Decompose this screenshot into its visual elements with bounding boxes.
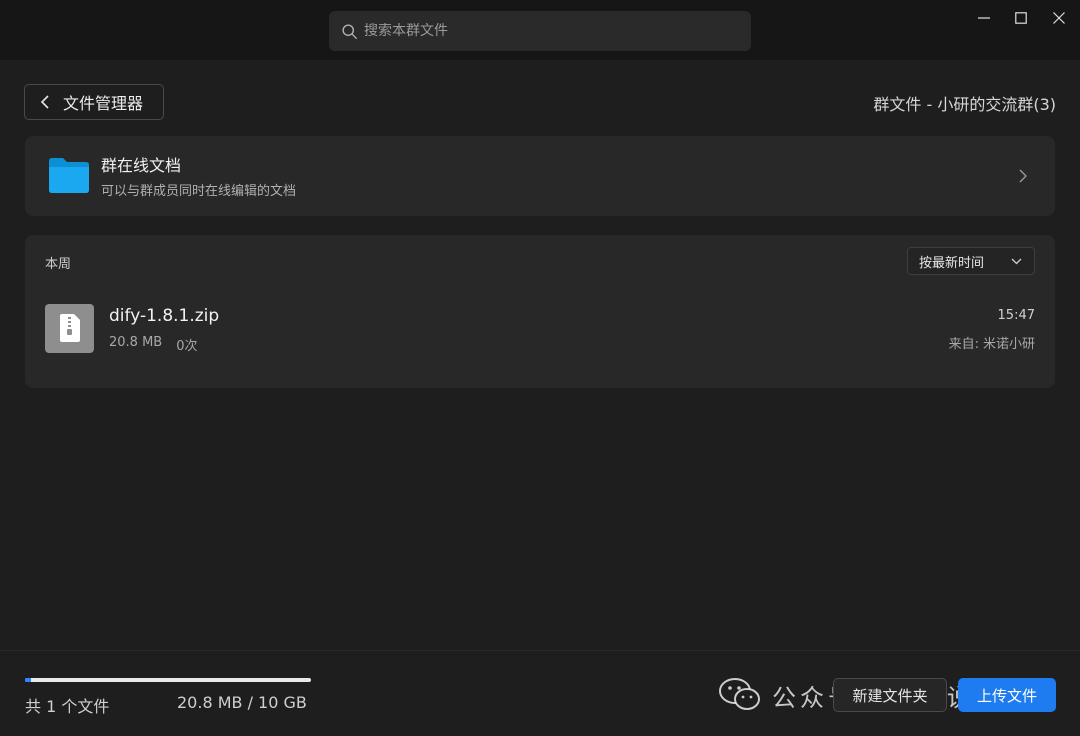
file-list-item[interactable]: dify-1.8.1.zip 20.8 MB 0次 15:47 来自: 米诺小研	[25, 292, 1055, 364]
storage-usage-text: 20.8 MB / 10 GB	[177, 693, 307, 712]
maximize-button[interactable]	[1007, 6, 1035, 30]
file-source: 来自: 米诺小研	[949, 333, 1035, 352]
section-label-this-week: 本周	[45, 257, 72, 272]
zip-archive-icon	[60, 314, 80, 342]
minimize-button[interactable]	[970, 6, 998, 30]
back-to-file-manager-button[interactable]: 文件管理器	[24, 84, 164, 120]
group-files-window: 文件管理器 群文件 - 小研的交流群(3) 群在线文档 可以与群成员同时在线编辑…	[0, 0, 1080, 736]
maximize-icon	[1015, 12, 1027, 24]
online-docs-subtitle: 可以与群成员同时在线编辑的文档	[101, 184, 297, 199]
page-title: 群文件 - 小研的交流群(3)	[873, 95, 1056, 114]
close-button[interactable]	[1045, 6, 1073, 30]
file-source-name: 米诺小研	[982, 337, 1035, 352]
upload-file-button[interactable]: 上传文件	[958, 678, 1056, 712]
back-button-label: 文件管理器	[63, 94, 144, 113]
new-folder-button[interactable]: 新建文件夹	[833, 678, 947, 712]
file-source-label: 来自:	[948, 337, 979, 352]
storage-usage-bar	[25, 678, 311, 682]
group-online-docs-card[interactable]: 群在线文档 可以与群成员同时在线编辑的文档	[25, 136, 1055, 216]
file-download-count: 0次	[176, 339, 198, 354]
chevron-left-icon	[40, 95, 49, 109]
title-bar	[0, 0, 1080, 60]
chevron-down-icon	[1011, 258, 1022, 265]
storage-usage-fill	[25, 678, 31, 682]
folder-icon	[49, 158, 89, 193]
search-icon	[342, 23, 357, 39]
file-size: 20.8 MB	[109, 335, 163, 350]
file-count: 共 1 个文件	[25, 697, 110, 716]
close-icon	[1053, 12, 1065, 24]
zip-file-icon	[45, 304, 94, 353]
file-meta: 20.8 MB 0次	[109, 335, 198, 354]
search-input[interactable]	[364, 23, 724, 39]
file-list-panel: 本周 按最新时间 dify-1.8.1.zip 20.8 MB 0次 15:47…	[25, 235, 1055, 388]
online-docs-title: 群在线文档	[101, 156, 182, 175]
file-name: dify-1.8.1.zip	[109, 306, 220, 326]
wechat-logo-icon	[719, 678, 760, 710]
file-upload-time: 15:47	[997, 308, 1035, 323]
footer-bar: 共 1 个文件 20.8 MB / 10 GB 公众号 · 小研说技术 新建文件…	[0, 650, 1080, 736]
minimize-icon	[978, 17, 990, 19]
search-box[interactable]	[329, 11, 751, 51]
sort-dropdown[interactable]: 按最新时间	[907, 247, 1035, 275]
chevron-right-icon	[1019, 169, 1027, 183]
sort-dropdown-label: 按最新时间	[919, 255, 985, 271]
